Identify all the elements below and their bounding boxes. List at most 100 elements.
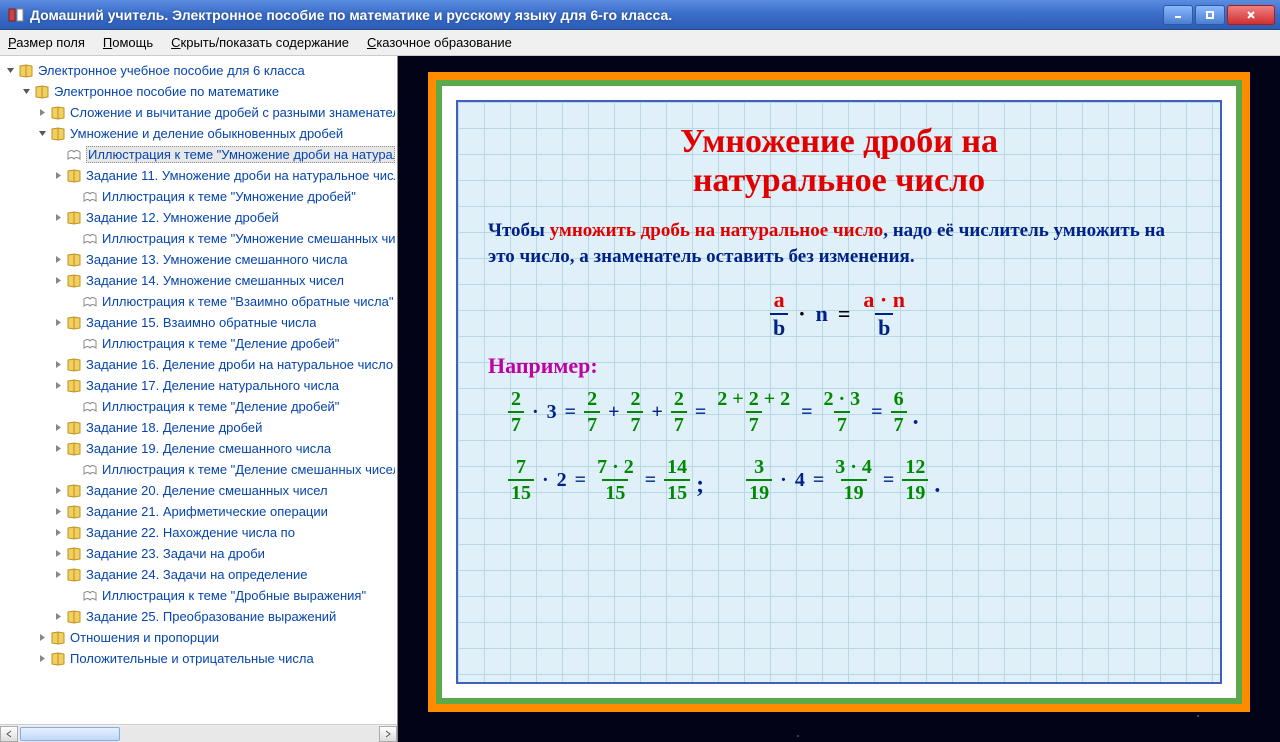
tree-item-label: Задание 22. Нахождение числа по	[86, 525, 295, 540]
tree-item[interactable]: Задание 17. Деление натурального числа	[2, 375, 395, 396]
tree-item[interactable]: Отношения и пропорции	[2, 627, 395, 648]
book-icon	[66, 420, 82, 436]
expand-icon[interactable]	[52, 422, 64, 434]
menu-help[interactable]: Помощь	[103, 35, 153, 50]
tree-spacer	[68, 233, 80, 245]
expand-icon[interactable]	[36, 632, 48, 644]
book-icon	[66, 315, 82, 331]
tree-item[interactable]: Иллюстрация к теме "Дробные выражения"	[2, 585, 395, 606]
tree-item[interactable]: Задание 16. Деление дроби на натуральное…	[2, 354, 395, 375]
tree-item[interactable]: Умножение и деление обыкновенных дробей	[2, 123, 395, 144]
tree-item[interactable]: Электронное учебное пособие для 6 класса	[2, 60, 395, 81]
tree-item[interactable]: Иллюстрация к теме "Деление дробей"	[2, 333, 395, 354]
tree-item[interactable]: Задание 12. Умножение дробей	[2, 207, 395, 228]
tree-item-label: Задание 18. Деление дробей	[86, 420, 262, 435]
book-icon	[66, 525, 82, 541]
tree-item-label: Электронное учебное пособие для 6 класса	[38, 63, 305, 78]
tree-item-label: Иллюстрация к теме "Умножение дроби на н…	[86, 146, 395, 163]
expand-icon[interactable]	[4, 65, 16, 77]
expand-icon[interactable]	[52, 254, 64, 266]
tree-item-label: Отношения и пропорции	[70, 630, 219, 645]
expand-icon[interactable]	[52, 443, 64, 455]
menu-bar: Размер поля Помощь Скрыть/показать содер…	[0, 30, 1280, 56]
scroll-track[interactable]	[18, 726, 379, 742]
book-icon	[50, 105, 66, 121]
book-icon	[66, 273, 82, 289]
menu-toggle-toc[interactable]: Скрыть/показать содержание	[171, 35, 349, 50]
tree-item[interactable]: Задание 13. Умножение смешанного числа	[2, 249, 395, 270]
scroll-left-button[interactable]	[0, 726, 18, 742]
tree-item[interactable]: Задание 11. Умножение дроби на натуральн…	[2, 165, 395, 186]
tree-item[interactable]: Иллюстрация к теме "Деление смешанных чи…	[2, 459, 395, 480]
tree-item[interactable]: Задание 23. Задачи на дроби	[2, 543, 395, 564]
tree-item-label: Задание 12. Умножение дробей	[86, 210, 279, 225]
page-icon	[82, 399, 98, 415]
toc-tree[interactable]: Электронное учебное пособие для 6 класса…	[0, 56, 397, 724]
minimize-button[interactable]	[1163, 5, 1193, 25]
lesson-inner-frame: Умножение дроби на натуральное число Что…	[436, 80, 1242, 704]
tree-item[interactable]: Иллюстрация к теме "Взаимно обратные чис…	[2, 291, 395, 312]
expand-icon[interactable]	[36, 128, 48, 140]
tree-item-label: Задание 14. Умножение смешанных чисел	[86, 273, 344, 288]
tree-item[interactable]: Задание 22. Нахождение числа по	[2, 522, 395, 543]
expand-icon[interactable]	[36, 107, 48, 119]
tree-item-label: Задание 25. Преобразование выражений	[86, 609, 336, 624]
book-icon	[66, 609, 82, 625]
tree-item-label: Иллюстрация к теме "Деление дробей"	[102, 399, 339, 414]
expand-icon[interactable]	[52, 611, 64, 623]
expand-icon[interactable]	[52, 380, 64, 392]
expand-icon[interactable]	[52, 170, 64, 182]
expand-icon[interactable]	[52, 275, 64, 287]
tree-item[interactable]: Задание 15. Взаимно обратные числа	[2, 312, 395, 333]
tree-item[interactable]: Задание 21. Арифметические операции	[2, 501, 395, 522]
menu-edu[interactable]: Сказочное образование	[367, 35, 512, 50]
window-title: Домашний учитель. Электронное пособие по…	[30, 7, 1163, 23]
tree-item-label: Задание 13. Умножение смешанного числа	[86, 252, 348, 267]
tree-item-label: Задание 19. Деление смешанного числа	[86, 441, 331, 456]
sidebar-hscrollbar[interactable]	[0, 724, 397, 742]
menu-field-size[interactable]: Размер поля	[8, 35, 85, 50]
tree-item-label: Умножение и деление обыкновенных дробей	[70, 126, 343, 141]
scroll-right-button[interactable]	[379, 726, 397, 742]
maximize-button[interactable]	[1195, 5, 1225, 25]
expand-icon[interactable]	[52, 569, 64, 581]
expand-icon[interactable]	[52, 317, 64, 329]
book-icon	[66, 546, 82, 562]
tree-spacer	[68, 401, 80, 413]
tree-item[interactable]: Задание 19. Деление смешанного числа	[2, 438, 395, 459]
close-button[interactable]	[1227, 5, 1275, 25]
tree-item[interactable]: Положительные и отрицательные числа	[2, 648, 395, 669]
tree-item-label: Иллюстрация к теме "Умножение смешанных …	[102, 231, 395, 246]
tree-item[interactable]: Иллюстрация к теме "Деление дробей"	[2, 396, 395, 417]
tree-item[interactable]: Иллюстрация к теме "Умножение дроби на н…	[2, 144, 395, 165]
tree-item[interactable]: Сложение и вычитание дробей с разными зн…	[2, 102, 395, 123]
expand-icon[interactable]	[52, 485, 64, 497]
expand-icon[interactable]	[36, 653, 48, 665]
book-icon	[18, 63, 34, 79]
window-titlebar: Домашний учитель. Электронное пособие по…	[0, 0, 1280, 30]
tree-spacer	[52, 149, 64, 161]
expand-icon[interactable]	[20, 86, 32, 98]
lesson-formula: ab · n = a · nb	[488, 289, 1190, 339]
tree-item[interactable]: Задание 14. Умножение смешанных чисел	[2, 270, 395, 291]
tree-item[interactable]: Иллюстрация к теме "Умножение смешанных …	[2, 228, 395, 249]
tree-item[interactable]: Электронное пособие по математике	[2, 81, 395, 102]
book-icon	[66, 441, 82, 457]
expand-icon[interactable]	[52, 359, 64, 371]
scroll-thumb[interactable]	[20, 727, 120, 741]
page-icon	[66, 147, 82, 163]
expand-icon[interactable]	[52, 548, 64, 560]
tree-item[interactable]: Задание 24. Задачи на определение	[2, 564, 395, 585]
tree-item-label: Задание 11. Умножение дроби на натуральн…	[86, 168, 395, 183]
tree-spacer	[68, 464, 80, 476]
expand-icon[interactable]	[52, 212, 64, 224]
sidebar: Электронное учебное пособие для 6 класса…	[0, 56, 398, 742]
expand-icon[interactable]	[52, 506, 64, 518]
tree-item[interactable]: Задание 25. Преобразование выражений	[2, 606, 395, 627]
tree-item[interactable]: Иллюстрация к теме "Умножение дробей"	[2, 186, 395, 207]
tree-item[interactable]: Задание 18. Деление дробей	[2, 417, 395, 438]
expand-icon[interactable]	[52, 527, 64, 539]
lesson-title: Умножение дроби на натуральное число	[488, 122, 1190, 200]
tree-spacer	[68, 338, 80, 350]
tree-item[interactable]: Задание 20. Деление смешанных чисел	[2, 480, 395, 501]
